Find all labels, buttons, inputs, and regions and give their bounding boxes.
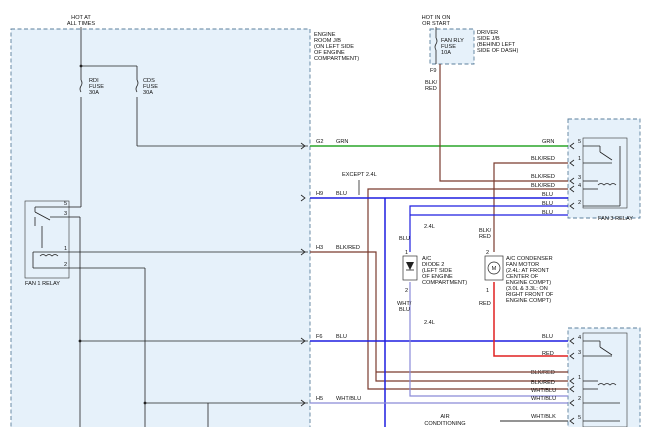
- fan3-relay-label: FAN 3 RELAY: [598, 216, 633, 222]
- svg-text:3: 3: [578, 350, 581, 356]
- svg-text:M: M: [492, 266, 497, 272]
- svg-text:2: 2: [405, 288, 408, 294]
- svg-text:RED: RED: [479, 301, 491, 307]
- svg-text:1: 1: [64, 246, 67, 252]
- pin-f6: F6: [316, 334, 323, 340]
- svg-text:2: 2: [578, 200, 581, 206]
- wire-label-blu-2: BLU: [542, 201, 553, 207]
- ac-condenser-fan: M 2 1 BLK/ RED RED A/C CONDENSER FAN MOT…: [479, 228, 554, 307]
- wire-label-grn-right: GRN: [542, 139, 554, 145]
- svg-text:AIR: AIR: [440, 414, 449, 420]
- splice-dot: [78, 339, 82, 343]
- svg-text:2: 2: [64, 262, 67, 268]
- svg-text:COMPARTMENT): COMPARTMENT): [314, 56, 359, 62]
- svg-text:30A: 30A: [143, 90, 153, 96]
- svg-text:BLU: BLU: [399, 307, 410, 313]
- wire-label-blu-right: BLU: [542, 192, 553, 198]
- svg-text:5: 5: [578, 415, 581, 421]
- wire-label-blk-red-5: BLK/RED: [531, 370, 555, 376]
- svg-text:ENGINE COMPT): ENGINE COMPT): [506, 298, 551, 304]
- svg-text:SIDE OF DASH): SIDE OF DASH): [477, 48, 518, 54]
- svg-text:1: 1: [486, 288, 489, 294]
- air-conditioning-label: AIR CONDITIONING: [424, 414, 465, 427]
- splice-dot: [143, 401, 147, 405]
- wire-label-wht-blk: WHT/BLK: [531, 414, 556, 420]
- wire-label-24l: 2.4L: [424, 224, 435, 230]
- engine-room-jb-label: ENGINE ROOM J/B (ON LEFT SIDE OF ENGINE …: [314, 32, 359, 62]
- wire-label-blk-red-3: BLK/RED: [531, 380, 555, 386]
- svg-text:2: 2: [578, 396, 581, 402]
- svg-text:5: 5: [578, 139, 581, 145]
- svg-text:ALL TIMES: ALL TIMES: [67, 21, 96, 27]
- power-hot-at-all-times: HOT AT ALL TIMES: [67, 15, 96, 27]
- svg-text:1: 1: [405, 250, 408, 256]
- wire-label-blu-f6: BLU: [336, 334, 347, 340]
- wire-label-blu-h9: BLU: [336, 191, 347, 197]
- power-hot-in-on: HOT IN ON OR START: [422, 15, 451, 27]
- pin-h9: H9: [316, 191, 323, 197]
- svg-text:BLU: BLU: [399, 236, 410, 242]
- wire-label-24l-2: 2.4L: [424, 320, 435, 326]
- svg-text:1: 1: [578, 375, 581, 381]
- wire-label-grn: GRN: [336, 139, 348, 145]
- fan1-relay-label: FAN 1 RELAY: [25, 281, 60, 287]
- svg-text:5: 5: [64, 201, 67, 207]
- wire-label-blk-red: BLK/RED: [531, 174, 555, 180]
- pin-g2: G2: [316, 139, 323, 145]
- wiring-diagram: HOT AT ALL TIMES HOT IN ON OR START RDI …: [10, 15, 641, 427]
- svg-text:OR START: OR START: [422, 21, 450, 27]
- svg-text:10A: 10A: [441, 50, 451, 56]
- wire-label-wht-blu-2: WHT/BLU: [531, 396, 556, 402]
- svg-text:RED: RED: [425, 86, 437, 92]
- wire-label-blk-red-h3: BLK/RED: [336, 245, 360, 251]
- svg-text:4: 4: [578, 335, 581, 341]
- svg-text:CONDITIONING: CONDITIONING: [424, 421, 465, 427]
- svg-text:COMPARTMENT): COMPARTMENT): [422, 280, 467, 286]
- pin-h3: H3: [316, 245, 323, 251]
- fan1-relay-box: [24, 200, 70, 279]
- wire-label-blk-red-4: BLK/RED: [531, 183, 555, 189]
- svg-text:1: 1: [578, 156, 581, 162]
- svg-text:3: 3: [64, 211, 67, 217]
- svg-text:F9: F9: [430, 68, 437, 74]
- wire-label-wht-blu: WHT/BLU: [531, 388, 556, 394]
- svg-text:30A: 30A: [89, 90, 99, 96]
- splice-dot: [79, 64, 83, 68]
- svg-text:3: 3: [578, 175, 581, 181]
- wire-label-wht-blu-h5: WHT/BLU: [336, 396, 361, 402]
- wire-label-except-24l: EXCEPT 2.4L: [342, 172, 377, 178]
- pin-h5: H5: [316, 396, 323, 402]
- svg-text:2: 2: [486, 250, 489, 256]
- wire-label-blk-red-2: BLK/RED: [531, 156, 555, 162]
- ac-diode: 1 2 BLU WHT/ BLU A/C DIODE 2 (LEFT SIDE …: [397, 236, 467, 313]
- svg-text:4: 4: [578, 183, 581, 189]
- wire-label-red: RED: [542, 351, 554, 357]
- wire-label-blu-f6-right: BLU: [542, 334, 553, 340]
- relay-lower: 4 3 1 2 5: [578, 332, 628, 427]
- svg-text:RED: RED: [479, 234, 491, 240]
